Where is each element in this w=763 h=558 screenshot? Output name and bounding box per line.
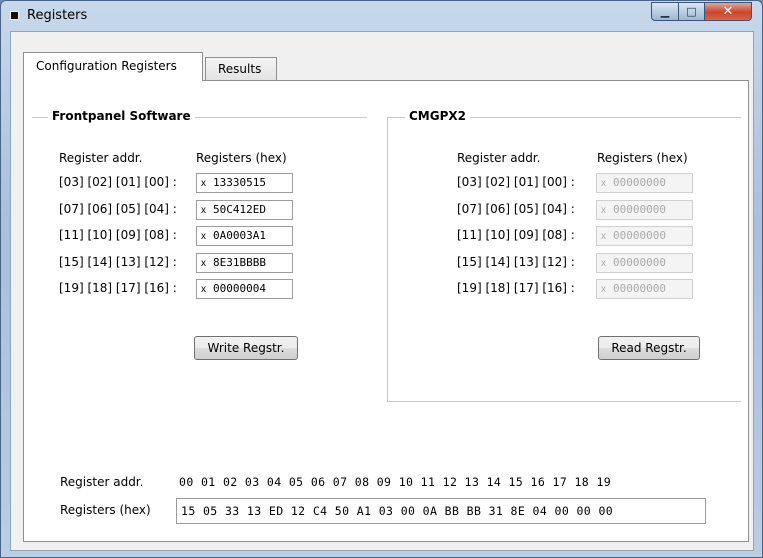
register-value: 0A0003A1: [213, 229, 266, 242]
frontpanel-register-input-0[interactable]: x 13330515: [196, 173, 293, 193]
register-value: 50C412ED: [213, 203, 266, 216]
cmgpx2-addr-4: [19] [18] [17] [16] :: [457, 281, 575, 295]
frontpanel-register-input-2[interactable]: x 0A0003A1: [196, 226, 293, 246]
hex-prefix: x: [601, 205, 606, 216]
cmgpx2-register-input-3: x 00000000: [596, 253, 693, 273]
frontpanel-group-title: Frontpanel Software: [48, 109, 195, 123]
frontpanel-register-input-3[interactable]: x 8E31BBBB: [196, 253, 293, 273]
group-line: [387, 401, 741, 402]
hex-prefix: x: [201, 258, 206, 269]
hex-prefix: x: [601, 178, 606, 189]
cmgpx2-addr-3: [15] [14] [13] [12] :: [457, 255, 575, 269]
hex-prefix: x: [201, 284, 206, 295]
hex-prefix: x: [201, 178, 206, 189]
hex-prefix: x: [201, 231, 206, 242]
frontpanel-register-input-4[interactable]: x 00000004: [196, 279, 293, 299]
write-registers-button[interactable]: Write Regstr.: [194, 336, 298, 360]
title-bar[interactable]: Registers ▁ □ ✕: [1, 1, 762, 31]
maximize-icon: □: [686, 5, 697, 18]
bottom-regs-label: Registers (hex): [60, 503, 151, 517]
app-icon: [10, 11, 19, 20]
frontpanel-addr-1: [07] [06] [05] [04] :: [59, 202, 177, 216]
cmgpx2-register-input-1: x 00000000: [596, 200, 693, 220]
close-icon: ✕: [722, 4, 734, 19]
read-registers-button[interactable]: Read Regstr.: [598, 336, 700, 360]
cmgpx2-register-input-0: x 00000000: [596, 173, 693, 193]
register-value: 00000000: [613, 256, 666, 269]
register-value: 00000000: [613, 176, 666, 189]
register-value: 00000004: [213, 282, 266, 295]
register-value: 13330515: [213, 176, 266, 189]
register-value: 00000000: [613, 282, 666, 295]
frontpanel-register-input-1[interactable]: x 50C412ED: [196, 200, 293, 220]
cmgpx2-addr-1: [07] [06] [05] [04] :: [457, 202, 575, 216]
registers-hex-output[interactable]: 15 05 33 13 ED 12 C4 50 A1 03 00 0A BB B…: [176, 498, 706, 524]
registers-window: Registers ▁ □ ✕ Configuration Registers …: [0, 0, 763, 558]
frontpanel-addr-4: [19] [18] [17] [16] :: [59, 281, 177, 295]
tab-results[interactable]: Results: [205, 57, 277, 81]
minimize-button[interactable]: ▁: [651, 2, 679, 21]
frontpanel-regs-header: Registers (hex): [196, 151, 287, 165]
register-value: 00000000: [613, 203, 666, 216]
client-area: Configuration Registers Results Frontpan…: [10, 31, 754, 551]
window-title: Registers: [27, 8, 88, 23]
frontpanel-addr-2: [11] [10] [09] [08] :: [59, 228, 177, 242]
frontpanel-addr-header: Register addr.: [59, 151, 143, 165]
frontpanel-addr-3: [15] [14] [13] [12] :: [59, 255, 177, 269]
frontpanel-addr-0: [03] [02] [01] [00] :: [59, 175, 177, 189]
register-value: 8E31BBBB: [213, 256, 266, 269]
tab-configuration-registers[interactable]: Configuration Registers: [23, 52, 203, 81]
cmgpx2-regs-header: Registers (hex): [597, 151, 688, 165]
close-button[interactable]: ✕: [704, 2, 752, 21]
cmgpx2-register-input-2: x 00000000: [596, 226, 693, 246]
cmgpx2-addr-header: Register addr.: [457, 151, 541, 165]
tab-label: Configuration Registers: [36, 59, 177, 73]
minimize-icon: ▁: [660, 5, 670, 18]
cmgpx2-addr-0: [03] [02] [01] [00] :: [457, 175, 575, 189]
group-line: [387, 117, 388, 401]
hex-prefix: x: [601, 284, 606, 295]
hex-prefix: x: [601, 258, 606, 269]
cmgpx2-group-title: CMGPX2: [405, 109, 470, 123]
bottom-addr-values: 00 01 02 03 04 05 06 07 08 09 10 11 12 1…: [179, 475, 612, 489]
cmgpx2-addr-2: [11] [10] [09] [08] :: [457, 228, 575, 242]
maximize-button[interactable]: □: [678, 2, 705, 21]
cmgpx2-register-input-4: x 00000000: [596, 279, 693, 299]
register-value: 00000000: [613, 229, 666, 242]
configuration-tab-panel: Frontpanel Software Register addr. Regis…: [23, 80, 749, 542]
bottom-addr-label: Register addr.: [60, 475, 144, 489]
hex-prefix: x: [201, 205, 206, 216]
hex-prefix: x: [601, 231, 606, 242]
tab-label: Results: [218, 62, 262, 76]
